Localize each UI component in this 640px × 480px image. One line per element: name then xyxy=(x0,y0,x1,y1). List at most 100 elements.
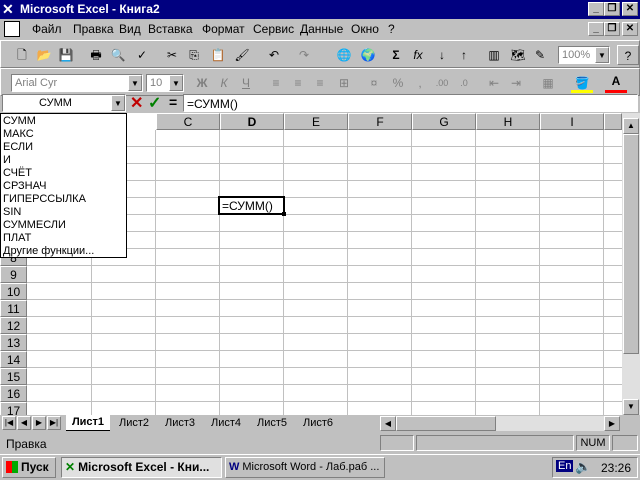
vertical-scrollbar[interactable]: ▲ ▼ xyxy=(622,113,640,415)
name-box[interactable]: СУММ ▼ xyxy=(2,94,126,112)
redo-icon[interactable]: ↷ xyxy=(293,45,315,65)
col-header-f[interactable]: F xyxy=(348,113,412,130)
menu-view[interactable]: Вид xyxy=(119,22,141,36)
function-item-sumif[interactable]: СУММЕСЛИ xyxy=(3,219,66,232)
preview-icon[interactable]: 🔍 xyxy=(107,45,129,65)
menu-insert[interactable]: Вставка xyxy=(148,22,193,36)
doc-minimize-button[interactable]: _ xyxy=(588,22,604,36)
row-header[interactable]: 16 xyxy=(0,385,27,402)
bold-icon[interactable]: Ж xyxy=(191,73,213,93)
print-icon[interactable]: 🖶 xyxy=(85,45,107,65)
map-icon[interactable]: 🗺 xyxy=(507,45,529,65)
row-header[interactable]: 11 xyxy=(0,300,27,317)
scroll-up-button[interactable]: ▲ xyxy=(623,118,639,134)
menu-edit[interactable]: Правка xyxy=(73,22,114,36)
col-header-j[interactable] xyxy=(604,113,622,130)
taskbar-excel-button[interactable]: ✕ Microsoft Excel - Кни... xyxy=(61,457,222,478)
function-item-max[interactable]: МАКС xyxy=(3,128,34,141)
scroll-down-button[interactable]: ▼ xyxy=(623,399,639,415)
equals-button[interactable]: = xyxy=(169,94,177,110)
font-dropdown-icon[interactable]: ▼ xyxy=(128,75,142,91)
active-cell-d6[interactable]: =СУММ() xyxy=(218,196,286,216)
row-header[interactable]: 17 xyxy=(0,402,27,415)
doc-restore-button[interactable]: ❐ xyxy=(604,22,620,36)
function-item-sin[interactable]: SIN xyxy=(3,206,21,219)
paste-icon[interactable]: 📋 xyxy=(207,45,229,65)
taskbar-word-button[interactable]: W Microsoft Word - Лаб.раб ... xyxy=(225,457,385,478)
increase-indent-icon[interactable]: ⇥ xyxy=(505,73,527,93)
sheet-tab-3[interactable]: Лист3 xyxy=(158,416,202,431)
menu-file[interactable]: Файл xyxy=(32,22,62,36)
sort-ascending-icon[interactable]: ↓ xyxy=(431,45,453,65)
menu-window[interactable]: Окно xyxy=(351,22,379,36)
borders-icon[interactable]: ▦ xyxy=(537,73,559,93)
percent-icon[interactable]: % xyxy=(387,73,409,93)
zoom-dropdown-icon[interactable]: ▼ xyxy=(595,47,609,63)
drawing-icon[interactable]: ✎ xyxy=(529,45,551,65)
sheet-tab-2[interactable]: Лист2 xyxy=(112,416,156,431)
comma-style-icon[interactable]: , xyxy=(409,73,431,93)
function-item-if[interactable]: ЕСЛИ xyxy=(3,141,33,154)
col-header-h[interactable]: H xyxy=(476,113,540,130)
function-item-average[interactable]: СРЗНАЧ xyxy=(3,180,46,193)
function-item-more[interactable]: Другие функции... xyxy=(3,245,94,258)
save-icon[interactable]: 💾 xyxy=(55,45,77,65)
web-toolbar-icon[interactable]: 🌍 xyxy=(357,45,379,65)
col-header-g[interactable]: G xyxy=(412,113,476,130)
hscroll-thumb[interactable] xyxy=(396,416,496,431)
align-right-icon[interactable]: ≡ xyxy=(309,73,331,93)
menu-help[interactable]: ? xyxy=(388,22,395,36)
chart-wizard-icon[interactable]: ▥ xyxy=(483,45,505,65)
currency-icon[interactable]: ¤ xyxy=(363,73,385,93)
sort-descending-icon[interactable]: ↑ xyxy=(453,45,475,65)
prev-sheet-button[interactable]: ◀ xyxy=(17,416,31,430)
start-button[interactable]: Пуск xyxy=(2,457,56,478)
scroll-thumb[interactable] xyxy=(623,134,639,354)
font-size-dropdown-icon[interactable]: ▼ xyxy=(169,75,183,91)
cut-icon[interactable]: ✂ xyxy=(161,45,183,65)
menu-tools[interactable]: Сервис xyxy=(253,22,294,36)
sheet-tab-4[interactable]: Лист4 xyxy=(204,416,248,431)
format-painter-icon[interactable]: 🖌 xyxy=(231,45,253,65)
name-box-dropdown-icon[interactable]: ▼ xyxy=(111,95,125,111)
col-header-e[interactable]: E xyxy=(284,113,348,130)
zoom-select[interactable]: 100% ▼ xyxy=(558,46,610,64)
menu-data[interactable]: Данные xyxy=(300,22,343,36)
open-icon[interactable]: 📂 xyxy=(33,45,55,65)
row-header[interactable]: 15 xyxy=(0,368,27,385)
enter-icon[interactable]: ✓ xyxy=(148,93,161,113)
next-sheet-button[interactable]: ▶ xyxy=(32,416,46,430)
function-item-and[interactable]: И xyxy=(3,154,11,167)
undo-icon[interactable]: ↶ xyxy=(263,45,285,65)
function-wizard-icon[interactable]: fx xyxy=(407,45,429,65)
restore-button[interactable]: ❐ xyxy=(604,2,620,16)
doc-close-button[interactable]: ✕ xyxy=(622,22,638,36)
last-sheet-button[interactable]: ▶| xyxy=(47,416,61,430)
function-item-hyperlink[interactable]: ГИПЕРССЫЛКА xyxy=(3,193,86,206)
col-header-d[interactable]: D xyxy=(220,113,284,130)
row-header[interactable]: 12 xyxy=(0,317,27,334)
menu-format[interactable]: Формат xyxy=(202,22,245,36)
italic-icon[interactable]: К xyxy=(213,73,235,93)
decrease-indent-icon[interactable]: ⇤ xyxy=(483,73,505,93)
function-item-pmt[interactable]: ПЛАТ xyxy=(3,232,31,245)
cancel-icon[interactable]: ✕ xyxy=(130,93,143,113)
align-left-icon[interactable]: ≡ xyxy=(265,73,287,93)
increase-decimal-icon[interactable]: .00 xyxy=(431,73,453,93)
hyperlink-icon[interactable]: 🌐 xyxy=(333,45,355,65)
col-header-i[interactable]: I xyxy=(540,113,604,130)
excel-app-icon[interactable]: ✕ xyxy=(2,1,18,17)
font-size-select[interactable]: 10 ▼ xyxy=(146,74,184,92)
office-assistant-icon[interactable]: ? xyxy=(617,45,639,65)
close-button[interactable]: ✕ xyxy=(622,2,638,16)
row-header[interactable]: 10 xyxy=(0,283,27,300)
first-sheet-button[interactable]: |◀ xyxy=(2,416,16,430)
copy-icon[interactable]: ⎘ xyxy=(183,45,205,65)
merge-center-icon[interactable]: ⊞ xyxy=(333,73,355,93)
sheet-tab-5[interactable]: Лист5 xyxy=(250,416,294,431)
function-item-count[interactable]: СЧЁТ xyxy=(3,167,32,180)
row-header[interactable]: 14 xyxy=(0,351,27,368)
row-header[interactable]: 9 xyxy=(0,266,27,283)
sheet-tab-6[interactable]: Лист6 xyxy=(296,416,340,431)
horizontal-scrollbar[interactable]: ◀ ▶ xyxy=(380,416,620,431)
